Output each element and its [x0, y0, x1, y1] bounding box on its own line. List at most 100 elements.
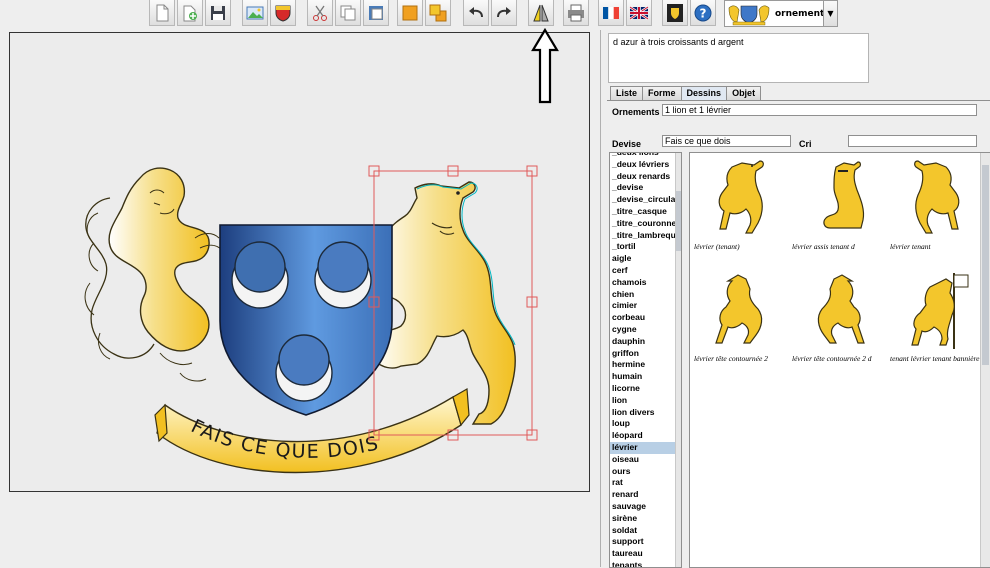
bring-to-front-button[interactable]: [397, 0, 423, 26]
list-item[interactable]: _devise: [610, 182, 678, 194]
list-item[interactable]: lion divers: [610, 407, 678, 419]
redo-button[interactable]: [491, 0, 517, 26]
blazon-description-field[interactable]: d azur à trois croissants d argent: [608, 33, 869, 83]
list-item[interactable]: support: [610, 536, 678, 548]
drawing-canvas[interactable]: FAIS CE QUE DOIS: [9, 32, 590, 492]
undo-button[interactable]: [463, 0, 489, 26]
list-item[interactable]: hermine: [610, 359, 678, 371]
gallery-caption: lévrier tenant: [890, 242, 931, 251]
gallery-caption: lévrier tête contournée 2: [694, 354, 768, 363]
list-item[interactable]: dauphin: [610, 336, 678, 348]
ornaments-field[interactable]: 1 lion et 1 lévrier: [662, 104, 977, 116]
list-item[interactable]: léopard: [610, 430, 678, 442]
escutcheon[interactable]: [219, 224, 393, 416]
list-item[interactable]: _titre_couronne: [610, 218, 678, 230]
category-list[interactable]: _deux lions _deux lévriers _deux renards _d…: [609, 152, 682, 568]
tab-objet[interactable]: Objet: [726, 86, 762, 100]
list-item[interactable]: _tortil: [610, 241, 678, 253]
open-file-button[interactable]: [177, 0, 203, 26]
gallery-item[interactable]: lévrier tenant: [888, 153, 986, 253]
undo-icon: [469, 6, 483, 17]
lion-supporter[interactable]: [84, 167, 223, 382]
list-item[interactable]: griffon: [610, 348, 678, 360]
category-list-scrollbar[interactable]: [675, 153, 681, 567]
svg-text:?: ?: [700, 6, 707, 20]
list-item[interactable]: _deux lévriers: [610, 159, 678, 171]
list-item[interactable]: _titre_lambrequin: [610, 230, 678, 242]
gallery-item[interactable]: tenant lévrier tenant bannière: [888, 265, 986, 365]
list-item[interactable]: sauvage: [610, 501, 678, 513]
list-item[interactable]: chamois: [610, 277, 678, 289]
list-item[interactable]: cygne: [610, 324, 678, 336]
list-item[interactable]: rat: [610, 477, 678, 489]
help-button[interactable]: ?: [690, 0, 716, 26]
ornament-gallery[interactable]: lévrier (tenant) lévrier assis tenant d …: [689, 152, 990, 568]
list-item[interactable]: _devise_circulaire: [610, 194, 678, 206]
french-language-button[interactable]: [598, 0, 624, 26]
list-item[interactable]: corbeau: [610, 312, 678, 324]
list-item[interactable]: loup: [610, 418, 678, 430]
bring-front-icon: [402, 5, 418, 20]
panel-tabs: Liste Forme Dessins Objet: [610, 86, 762, 100]
list-item[interactable]: chien: [610, 289, 678, 301]
uk-flag-icon: [629, 5, 649, 20]
list-item[interactable]: lion: [610, 395, 678, 407]
save-button[interactable]: [205, 0, 231, 26]
paste-button[interactable]: [363, 0, 389, 26]
copy-button[interactable]: [335, 0, 361, 26]
gallery-item[interactable]: lévrier assis tenant d: [790, 153, 888, 253]
chevron-down-icon[interactable]: ▼: [823, 1, 837, 26]
list-item[interactable]: cimier: [610, 300, 678, 312]
scissors-icon: [313, 5, 327, 21]
crescent-top-right: [314, 241, 372, 309]
devise-field[interactable]: Fais ce que dois: [662, 135, 791, 147]
list-item[interactable]: _deux lions: [610, 153, 678, 159]
new-document-button[interactable]: [149, 0, 175, 26]
symmetry-button[interactable]: [528, 0, 554, 26]
paste-icon: [369, 5, 383, 20]
cri-field[interactable]: [848, 135, 977, 147]
export-image-button[interactable]: [242, 0, 268, 26]
greyhound-tenant-icon: [718, 160, 764, 234]
cut-button[interactable]: [307, 0, 333, 26]
list-item[interactable]: ours: [610, 466, 678, 478]
list-item[interactable]: soldat: [610, 525, 678, 537]
properties-panel: d azur à trois croissants d argent Liste…: [600, 30, 990, 568]
list-item[interactable]: oiseau: [610, 454, 678, 466]
shield-icon: [275, 5, 291, 22]
shield-button[interactable]: [270, 0, 296, 26]
gallery-scrollbar[interactable]: [980, 153, 990, 567]
tab-dessins[interactable]: Dessins: [680, 86, 728, 100]
heraldry-book-button[interactable]: [662, 0, 688, 26]
list-item[interactable]: licorne: [610, 383, 678, 395]
heraldry-book-icon: [667, 3, 683, 22]
list-item[interactable]: lévrier: [610, 441, 678, 454]
gallery-item[interactable]: lévrier tête contournée 2: [692, 265, 790, 365]
main-toolbar: ? ornements ▼: [0, 0, 990, 27]
gallery-scroll-thumb[interactable]: [982, 165, 989, 365]
gallery-item[interactable]: lévrier tête contournée 2 d: [790, 265, 888, 365]
send-to-back-button[interactable]: [425, 0, 451, 26]
gallery-item[interactable]: lévrier (tenant): [692, 153, 790, 253]
tab-forme[interactable]: Forme: [642, 86, 682, 100]
tab-liste[interactable]: Liste: [610, 86, 644, 100]
ornament-thumbnail-icon: [728, 5, 770, 25]
gallery-caption: lévrier (tenant): [694, 242, 740, 251]
category-scroll-thumb[interactable]: [676, 191, 681, 251]
list-item[interactable]: cerf: [610, 265, 678, 277]
english-language-button[interactable]: [626, 0, 652, 26]
list-item[interactable]: humain: [610, 371, 678, 383]
greyhound-supporter[interactable]: [371, 181, 516, 425]
list-item[interactable]: aigle: [610, 253, 678, 265]
list-item[interactable]: _deux renards: [610, 171, 678, 183]
list-item[interactable]: _titre_casque: [610, 206, 678, 218]
list-item[interactable]: sirène: [610, 513, 678, 525]
list-item[interactable]: renard: [610, 489, 678, 501]
list-item[interactable]: taureau: [610, 548, 678, 560]
canvas-bottom-area: [0, 492, 600, 567]
open-file-icon: [183, 5, 197, 21]
ornament-selector[interactable]: ornements ▼: [724, 0, 838, 27]
cri-label: Cri: [799, 139, 812, 149]
print-button[interactable]: [563, 0, 589, 26]
up-arrow-icon: [531, 28, 559, 104]
